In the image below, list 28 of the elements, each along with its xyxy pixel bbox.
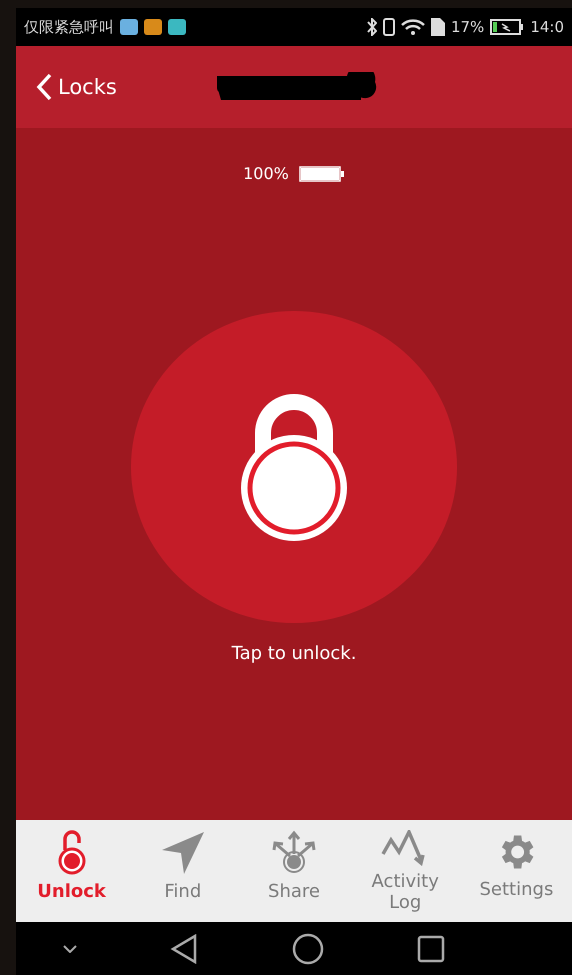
tab[interactable]: Share [238, 820, 350, 922]
app-notification-icon [168, 19, 186, 35]
share-arrows-icon [270, 830, 318, 876]
app-notification-icon [120, 19, 138, 35]
chevron-down-icon[interactable] [62, 944, 77, 952]
app-notification-icon [144, 19, 162, 35]
battery-icon [298, 166, 345, 182]
back-button[interactable]: Locks [36, 73, 117, 101]
unlock-hint: Tap to unlock. [232, 643, 356, 664]
battery-percent: 17% [450, 18, 484, 36]
wifi-icon [400, 19, 425, 35]
back-icon[interactable] [170, 934, 198, 964]
chevron-left-icon [36, 73, 52, 101]
tab[interactable]: Activity Log [350, 820, 461, 922]
recents-icon[interactable] [417, 934, 446, 962]
sim-card-icon [430, 18, 445, 36]
vibrate-icon [382, 18, 395, 36]
navigation-arrow-icon [160, 830, 206, 876]
status-text: 仅限紧急呼叫 [24, 18, 114, 36]
padlock-icon [56, 830, 87, 876]
tab[interactable]: Find [127, 820, 238, 922]
bluetooth-icon [366, 18, 377, 36]
tab[interactable]: Unlock [16, 820, 128, 922]
battery-charging-icon [490, 19, 524, 35]
tab[interactable]: Settings [460, 820, 572, 922]
clock: 14:0 [530, 18, 564, 36]
home-icon[interactable] [292, 932, 324, 964]
lock-battery-percent: 100% [243, 164, 289, 183]
